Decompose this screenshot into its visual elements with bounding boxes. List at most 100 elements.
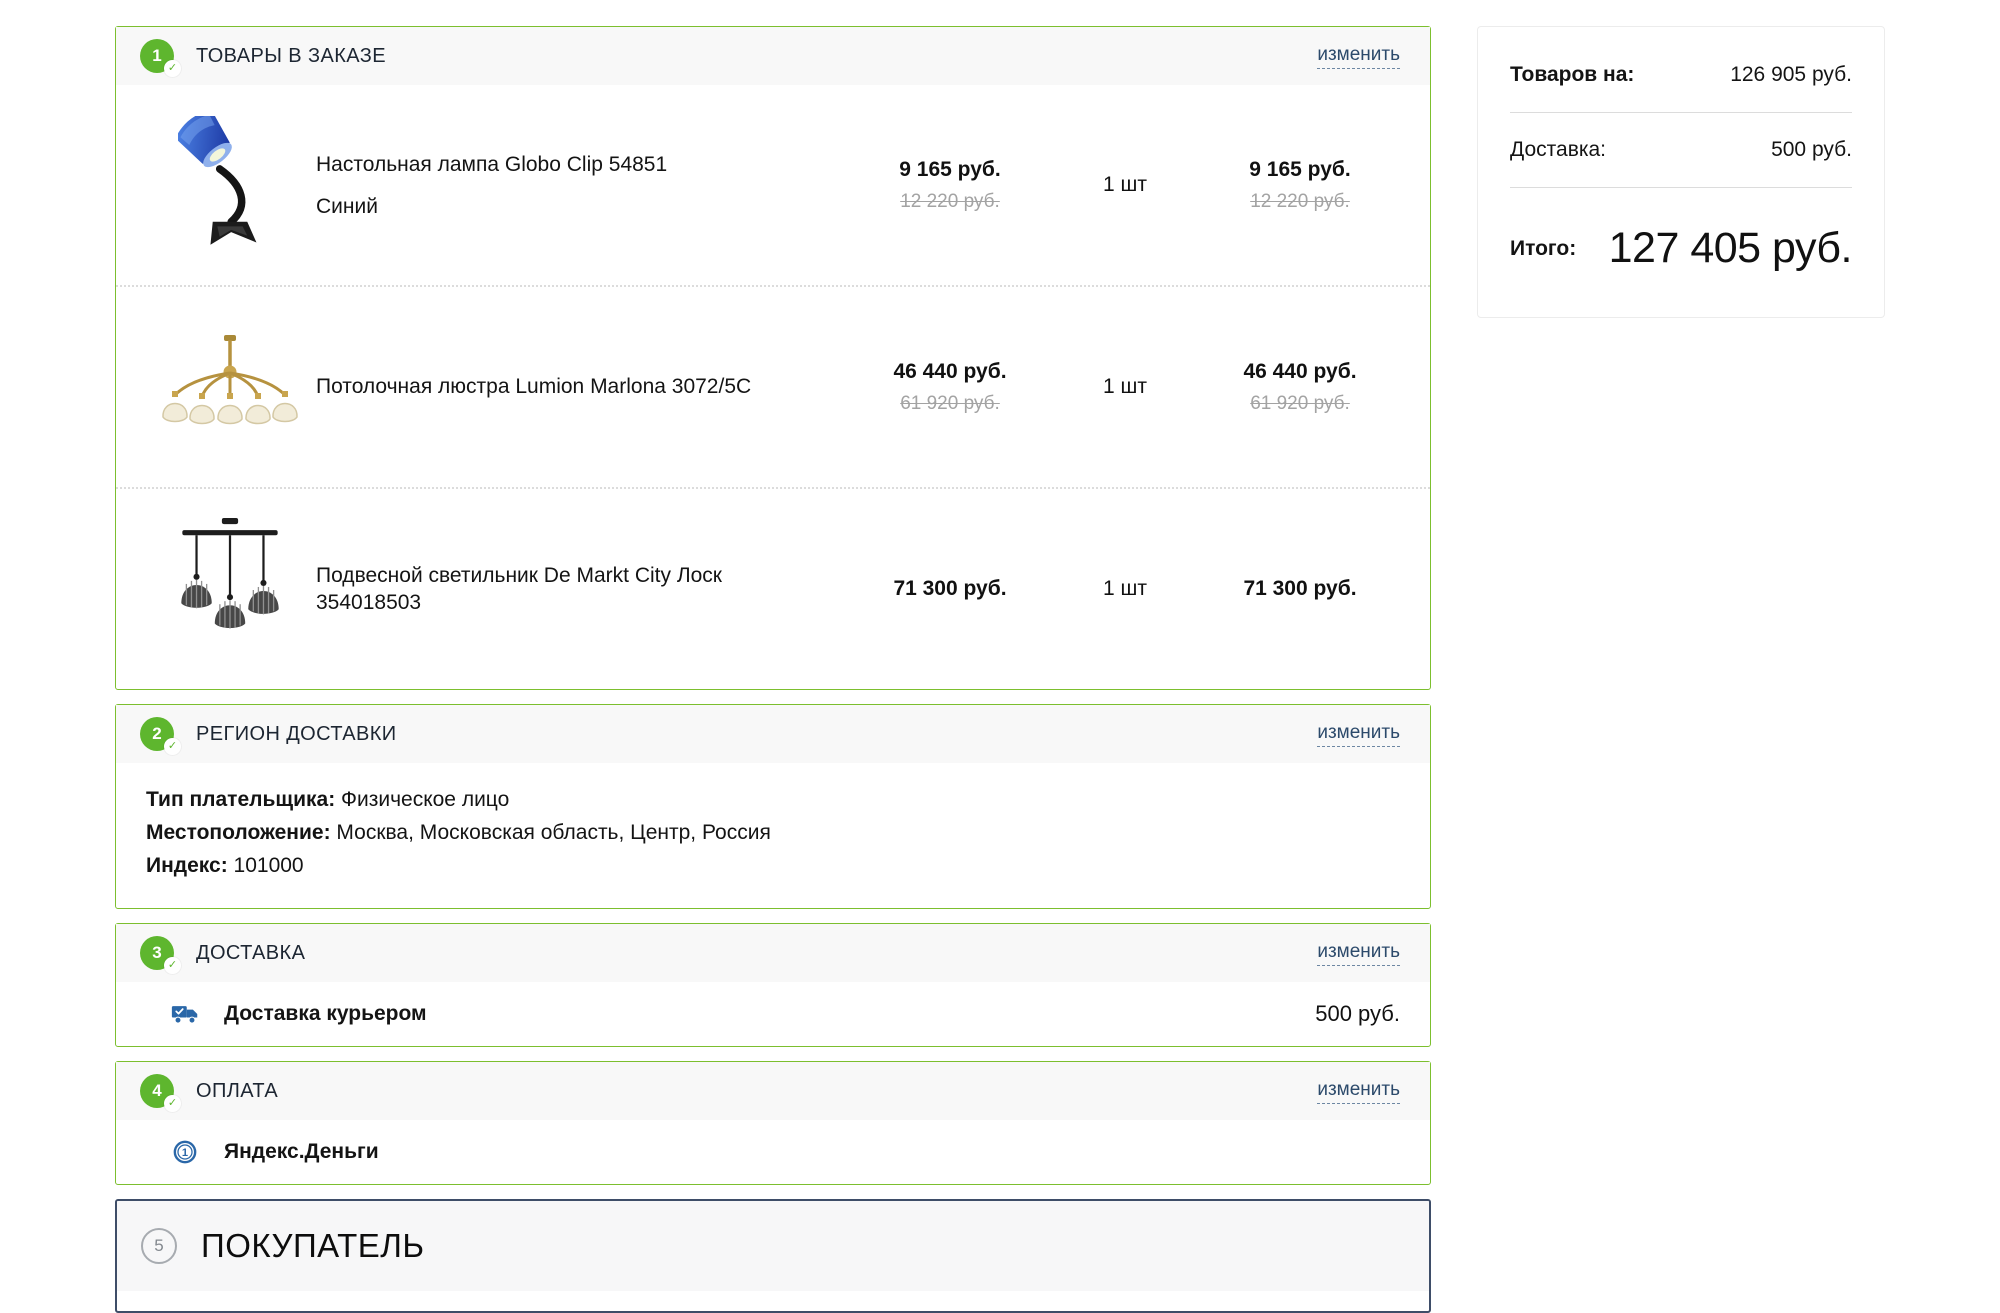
section-region: 2 ✓ РЕГИОН ДОСТАВКИ изменить Тип платель… — [115, 704, 1431, 909]
summary-delivery-value: 500 руб. — [1771, 138, 1852, 162]
product-info: Подвесной светильник De Markt City Лоск … — [316, 562, 850, 617]
section-delivery: 3 ✓ ДОСТАВКА изменить Доставка курьером … — [115, 923, 1431, 1047]
summary-divider — [1510, 112, 1852, 113]
product-price: 46 440 руб. — [850, 360, 1050, 384]
product-total-cell: 46 440 руб. 61 920 руб. — [1200, 360, 1400, 415]
section-products-header: 1 ✓ ТОВАРЫ В ЗАКАЗЕ изменить — [116, 27, 1430, 85]
delivery-method-row: Доставка курьером 500 руб. — [116, 982, 1430, 1046]
section-payment-header: 4 ✓ ОПЛАТА изменить — [116, 1062, 1430, 1120]
summary-delivery-label: Доставка: — [1510, 138, 1606, 162]
product-qty: 1 шт — [1050, 577, 1200, 601]
check-icon: ✓ — [164, 738, 181, 755]
chandelier-image — [155, 335, 305, 439]
checkout-main-column: 1 ✓ ТОВАРЫ В ЗАКАЗЕ изменить — [115, 26, 1431, 1313]
order-summary-sidebar: Товаров на: 126 905 руб. Доставка: 500 р… — [1477, 26, 1885, 318]
edit-payment-link[interactable]: изменить — [1317, 1079, 1400, 1104]
delivery-method-name: Доставка курьером — [224, 1002, 427, 1026]
payer-type-row: Тип плательщика: Физическое лицо — [146, 783, 1400, 816]
step-4-number: 4 — [152, 1081, 161, 1101]
product-image-desk-lamp — [144, 116, 316, 254]
table-row: Настольная лампа Globo Clip 54851 Синий … — [116, 85, 1430, 285]
step-5-number: 5 — [154, 1236, 163, 1256]
product-old-total: 61 920 руб. — [1200, 393, 1400, 415]
product-total: 9 165 руб. — [1200, 158, 1400, 182]
product-info: Потолочная люстра Lumion Marlona 3072/5C — [316, 373, 850, 400]
product-old-price: 61 920 руб. — [850, 393, 1050, 415]
check-icon: ✓ — [164, 957, 181, 974]
product-price: 9 165 руб. — [850, 158, 1050, 182]
product-variant: Синий — [316, 195, 850, 219]
product-old-price: 12 220 руб. — [850, 191, 1050, 213]
step-2-number: 2 — [152, 724, 161, 744]
table-row: Подвесной светильник De Markt City Лоск … — [116, 487, 1430, 689]
pendant-lamp-image — [174, 518, 286, 660]
summary-items-label: Товаров на: — [1510, 63, 1634, 87]
section-buyer: 5 ПОКУПАТЕЛЬ — [115, 1199, 1431, 1313]
edit-delivery-link[interactable]: изменить — [1317, 941, 1400, 966]
summary-total-value: 127 405 руб. — [1609, 224, 1852, 273]
section-products: 1 ✓ ТОВАРЫ В ЗАКАЗЕ изменить — [115, 26, 1431, 690]
section-region-title: РЕГИОН ДОСТАВКИ — [196, 723, 397, 746]
section-buyer-title: ПОКУПАТЕЛЬ — [201, 1227, 425, 1265]
section-payment-title: ОПЛАТА — [196, 1080, 278, 1103]
step-4-badge: 4 ✓ — [140, 1074, 174, 1108]
summary-total-label: Итого: — [1510, 237, 1576, 261]
edit-region-link[interactable]: изменить — [1317, 722, 1400, 747]
product-price: 71 300 руб. — [850, 577, 1050, 601]
product-name: Потолочная люстра Lumion Marlona 3072/5C — [316, 373, 850, 400]
section-delivery-title: ДОСТАВКА — [196, 942, 305, 965]
section-payment: 4 ✓ ОПЛАТА изменить 1 Яндекс.Деньги — [115, 1061, 1431, 1185]
summary-items-value: 126 905 руб. — [1730, 63, 1852, 87]
product-qty: 1 шт — [1050, 375, 1200, 399]
product-total: 46 440 руб. — [1200, 360, 1400, 384]
location-value: Москва, Московская область, Центр, Росси… — [331, 821, 771, 844]
step-2-badge: 2 ✓ — [140, 717, 174, 751]
location-label: Местоположение: — [146, 821, 331, 844]
product-qty: 1 шт — [1050, 173, 1200, 197]
step-1-badge: 1 ✓ — [140, 39, 174, 73]
step-5-badge: 5 — [141, 1228, 177, 1264]
product-price-cell: 9 165 руб. 12 220 руб. — [850, 158, 1050, 213]
svg-text:1: 1 — [182, 1147, 188, 1159]
payer-type-label: Тип плательщика: — [146, 788, 335, 811]
product-name: Подвесной светильник De Markt City Лоск … — [316, 562, 850, 617]
payment-method-name: Яндекс.Деньги — [224, 1140, 379, 1164]
region-details: Тип плательщика: Физическое лицо Местопо… — [116, 763, 1430, 908]
product-price-cell: 71 300 руб. — [850, 577, 1050, 601]
desk-lamp-image — [178, 116, 282, 254]
product-total-cell: 9 165 руб. 12 220 руб. — [1200, 158, 1400, 213]
edit-products-link[interactable]: изменить — [1317, 44, 1400, 69]
order-summary-card: Товаров на: 126 905 руб. Доставка: 500 р… — [1477, 26, 1885, 318]
section-region-header: 2 ✓ РЕГИОН ДОСТАВКИ изменить — [116, 705, 1430, 763]
product-info: Настольная лампа Globo Clip 54851 Синий — [316, 151, 850, 218]
location-row: Местоположение: Москва, Московская облас… — [146, 816, 1400, 849]
summary-divider — [1510, 187, 1852, 188]
product-price-cell: 46 440 руб. 61 920 руб. — [850, 360, 1050, 415]
product-total-cell: 71 300 руб. — [1200, 577, 1400, 601]
zip-row: Индекс: 101000 — [146, 849, 1400, 882]
payment-method-row: 1 Яндекс.Деньги — [116, 1120, 1430, 1184]
table-row: Потолочная люстра Lumion Marlona 3072/5C… — [116, 285, 1430, 487]
product-image-chandelier — [144, 335, 316, 439]
zip-value: 101000 — [228, 854, 304, 877]
summary-delivery-row: Доставка: 500 руб. — [1510, 138, 1852, 162]
section-products-title: ТОВАРЫ В ЗАКАЗЕ — [196, 45, 386, 68]
step-3-number: 3 — [152, 943, 161, 963]
step-1-number: 1 — [152, 46, 161, 66]
check-icon: ✓ — [164, 1095, 181, 1112]
summary-items-row: Товаров на: 126 905 руб. — [1510, 63, 1852, 87]
zip-label: Индекс: — [146, 854, 228, 877]
check-icon: ✓ — [164, 60, 181, 77]
product-old-total: 12 220 руб. — [1200, 191, 1400, 213]
product-image-pendant-lamp — [144, 518, 316, 660]
coin-icon: 1 — [170, 1137, 200, 1167]
summary-total-row: Итого: 127 405 руб. — [1510, 224, 1852, 273]
section-buyer-header: 5 ПОКУПАТЕЛЬ — [117, 1201, 1429, 1291]
truck-icon — [170, 999, 200, 1029]
payer-type-value: Физическое лицо — [335, 788, 509, 811]
delivery-method-price: 500 руб. — [1315, 1001, 1400, 1027]
step-3-badge: 3 ✓ — [140, 936, 174, 970]
product-name: Настольная лампа Globo Clip 54851 — [316, 151, 850, 178]
product-total: 71 300 руб. — [1200, 577, 1400, 601]
section-delivery-header: 3 ✓ ДОСТАВКА изменить — [116, 924, 1430, 982]
